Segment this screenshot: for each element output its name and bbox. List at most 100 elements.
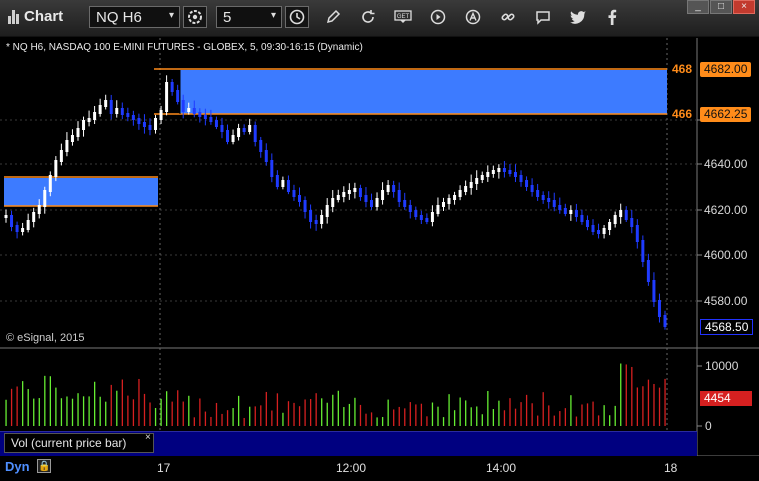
candle-body	[392, 185, 396, 192]
play-icon[interactable]	[426, 6, 450, 28]
symbol-input[interactable]: NQ H6 ▾	[89, 6, 180, 28]
volume-bar	[448, 394, 450, 426]
get-icon[interactable]: GET	[391, 6, 415, 28]
volume-bar	[204, 411, 207, 426]
volume-bar	[354, 397, 356, 426]
twitter-icon[interactable]	[566, 6, 590, 28]
volume-bar	[332, 394, 334, 426]
volume-bar	[177, 390, 179, 426]
volume-bar	[503, 410, 506, 426]
volume-bar	[453, 410, 456, 426]
candle-body	[663, 315, 667, 327]
refresh-icon[interactable]	[356, 6, 380, 28]
volume-bar	[138, 378, 140, 426]
price-label: 4640.00	[704, 157, 748, 171]
candle-body	[203, 115, 207, 119]
minimize-button[interactable]: _	[687, 0, 709, 14]
volume-bar	[531, 403, 533, 426]
candle-body	[154, 118, 158, 130]
volume-label: 0	[705, 419, 712, 433]
volume-bar	[254, 406, 256, 426]
a-icon[interactable]	[461, 6, 485, 28]
candle-body	[82, 120, 86, 130]
dropdown-arrow-icon[interactable]: ▾	[271, 10, 276, 21]
volume-bar	[82, 396, 85, 426]
volume-bar	[5, 399, 7, 426]
maximize-button[interactable]: □	[710, 0, 732, 14]
volume-bar	[127, 395, 129, 426]
candle-body	[59, 150, 63, 162]
candle-body	[414, 210, 418, 217]
volume-bar	[459, 397, 461, 426]
volume-bar	[470, 407, 472, 426]
pencil-icon[interactable]	[321, 6, 345, 28]
volume-bar	[271, 410, 273, 426]
circle-settings-icon[interactable]	[183, 6, 207, 28]
volume-panel-close-icon[interactable]: ×	[145, 432, 151, 443]
candle-body	[87, 118, 91, 122]
candle-body	[447, 198, 451, 204]
candle-body	[309, 210, 313, 222]
price-label: 4600.00	[704, 248, 748, 262]
candle-body	[580, 215, 584, 222]
volume-bar	[315, 393, 317, 426]
volume-bar	[265, 391, 267, 426]
zone-lower-price-tag: 4662.25	[700, 107, 752, 122]
volume-bar	[143, 393, 146, 426]
zone-upper-price-tag: 4682.00	[700, 62, 752, 77]
candle-body	[32, 212, 36, 222]
clock-icon[interactable]	[285, 6, 309, 28]
candle-body	[98, 105, 102, 114]
candle-body	[231, 135, 235, 142]
volume-bar	[88, 396, 90, 426]
candle-body	[15, 225, 19, 232]
volume-bar	[110, 384, 112, 426]
dropdown-arrow-icon[interactable]: ▾	[169, 10, 174, 21]
volume-panel-label: Vol (current price bar)	[4, 433, 154, 453]
volume-bar	[309, 399, 312, 426]
candle-body	[165, 82, 169, 112]
volume-bar	[525, 394, 528, 426]
volume-bar	[232, 408, 234, 426]
candle-body	[48, 175, 52, 192]
candle-body	[248, 125, 252, 132]
volume-bar	[71, 398, 74, 426]
price-chart[interactable]	[0, 38, 759, 478]
volume-bar	[581, 404, 583, 426]
candle-body	[131, 115, 135, 120]
candle-body	[585, 220, 589, 227]
close-button[interactable]: ×	[733, 0, 755, 14]
candle-body	[591, 225, 595, 232]
candle-body	[547, 198, 551, 202]
candle-body	[641, 240, 645, 262]
volume-bar	[199, 398, 201, 426]
volume-bar	[16, 386, 18, 426]
candle-body	[109, 100, 113, 114]
interval-input[interactable]: 5 ▾	[216, 6, 282, 28]
volume-bar	[631, 366, 633, 426]
volume-bar	[476, 406, 478, 426]
volume-bar	[647, 379, 650, 426]
dynamic-mode-label[interactable]: Dyn	[5, 459, 30, 474]
volume-bar	[542, 392, 544, 426]
candle-body	[76, 128, 80, 137]
volume-bar	[182, 401, 184, 426]
link-icon[interactable]	[496, 6, 520, 28]
volume-bar	[210, 416, 212, 426]
volume-bar	[653, 383, 655, 426]
volume-bar	[520, 402, 522, 426]
candle-body	[519, 175, 523, 182]
volume-bar	[99, 396, 101, 426]
candle-body	[369, 200, 373, 207]
chat-icon[interactable]	[531, 6, 555, 28]
candle-body	[569, 210, 573, 214]
candle-body	[353, 188, 357, 192]
lock-icon[interactable]: 🔒	[37, 459, 51, 473]
candle-body	[159, 110, 163, 120]
volume-bar	[570, 395, 572, 426]
time-axis	[0, 456, 759, 481]
volume-bar	[509, 398, 511, 426]
candle-body	[198, 112, 202, 117]
volume-bar	[381, 417, 384, 426]
facebook-icon[interactable]	[600, 6, 624, 28]
